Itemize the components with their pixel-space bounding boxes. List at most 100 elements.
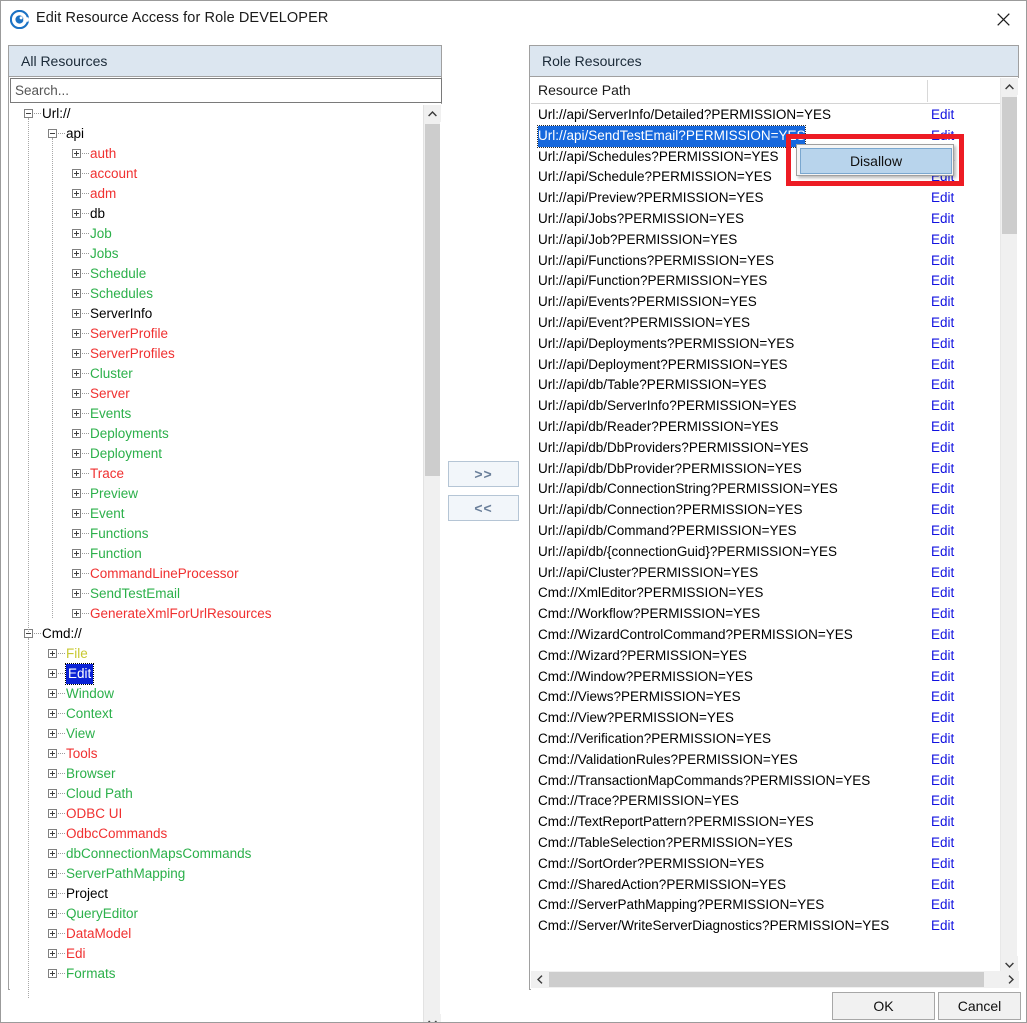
expand-icon[interactable] bbox=[48, 889, 57, 898]
edit-link[interactable]: Edit bbox=[931, 188, 954, 209]
tree-item[interactable]: Cluster bbox=[10, 364, 442, 384]
table-row[interactable]: Url://api/Deployment?PERMISSION=YESEdit bbox=[531, 355, 1002, 376]
tree-item[interactable]: db bbox=[10, 204, 442, 224]
table-row[interactable]: Cmd://SortOrder?PERMISSION=YESEdit bbox=[531, 854, 1002, 875]
edit-link[interactable]: Edit bbox=[931, 271, 954, 292]
context-menu[interactable]: Disallow bbox=[796, 144, 954, 176]
tree-item[interactable]: Formats bbox=[10, 964, 442, 984]
expand-icon[interactable] bbox=[48, 769, 57, 778]
tree-item[interactable]: ODBC UI bbox=[10, 804, 442, 824]
tree-item[interactable]: Cloud Path bbox=[10, 784, 442, 804]
edit-link[interactable]: Edit bbox=[931, 334, 954, 355]
table-row[interactable]: Cmd://Verification?PERMISSION=YESEdit bbox=[531, 729, 1002, 750]
expand-icon[interactable] bbox=[72, 589, 81, 598]
tree-item[interactable]: adm bbox=[10, 184, 442, 204]
expand-icon[interactable] bbox=[72, 269, 81, 278]
tree-item[interactable]: Tools bbox=[10, 744, 442, 764]
tree-item[interactable]: Context bbox=[10, 704, 442, 724]
expand-icon[interactable] bbox=[48, 929, 57, 938]
expand-icon[interactable] bbox=[48, 689, 57, 698]
tree-item[interactable]: QueryEditor bbox=[10, 904, 442, 924]
table-row[interactable]: Url://api/Job?PERMISSION=YESEdit bbox=[531, 230, 1002, 251]
expand-icon[interactable] bbox=[48, 649, 57, 658]
grid-hscroll-thumb[interactable] bbox=[549, 972, 984, 987]
table-row[interactable]: Cmd://Workflow?PERMISSION=YESEdit bbox=[531, 604, 1002, 625]
table-row[interactable]: Cmd://View?PERMISSION=YESEdit bbox=[531, 708, 1002, 729]
edit-link[interactable]: Edit bbox=[931, 500, 954, 521]
tree-item[interactable]: Cmd:// bbox=[10, 624, 442, 644]
tree-item[interactable]: Event bbox=[10, 504, 442, 524]
expand-icon[interactable] bbox=[72, 289, 81, 298]
table-row[interactable]: Url://api/Jobs?PERMISSION=YESEdit bbox=[531, 209, 1002, 230]
scroll-left-icon[interactable] bbox=[531, 971, 548, 988]
expand-icon[interactable] bbox=[72, 489, 81, 498]
expand-icon[interactable] bbox=[72, 209, 81, 218]
expand-icon[interactable] bbox=[72, 529, 81, 538]
role-resources-grid[interactable]: Resource Path Url://api/ServerInfo/Detai… bbox=[531, 78, 1019, 990]
edit-link[interactable]: Edit bbox=[931, 417, 954, 438]
table-row[interactable]: Url://api/Functions?PERMISSION=YESEdit bbox=[531, 251, 1002, 272]
tree-item[interactable]: SendTestEmail bbox=[10, 584, 442, 604]
table-row[interactable]: Cmd://Server/WriteServerDiagnostics?PERM… bbox=[531, 916, 1002, 937]
scroll-down-icon[interactable] bbox=[424, 1014, 441, 1023]
grid-vertical-scrollbar[interactable] bbox=[1000, 78, 1017, 973]
expand-icon[interactable] bbox=[48, 709, 57, 718]
edit-link[interactable]: Edit bbox=[931, 729, 954, 750]
tree-item[interactable]: Events bbox=[10, 404, 442, 424]
tree-item[interactable]: Job bbox=[10, 224, 442, 244]
edit-link[interactable]: Edit bbox=[931, 791, 954, 812]
expand-icon[interactable] bbox=[48, 749, 57, 758]
edit-link[interactable]: Edit bbox=[931, 459, 954, 480]
table-row[interactable]: Url://api/db/Command?PERMISSION=YESEdit bbox=[531, 521, 1002, 542]
expand-icon[interactable] bbox=[72, 329, 81, 338]
tree-item[interactable]: Window bbox=[10, 684, 442, 704]
tree-item[interactable]: ServerProfiles bbox=[10, 344, 442, 364]
expand-icon[interactable] bbox=[72, 429, 81, 438]
tree-item[interactable]: Edi bbox=[10, 944, 442, 964]
tree-scroll-thumb[interactable] bbox=[425, 124, 440, 476]
expand-icon[interactable] bbox=[72, 389, 81, 398]
edit-link[interactable]: Edit bbox=[931, 292, 954, 313]
tree-item[interactable]: View bbox=[10, 724, 442, 744]
expand-icon[interactable] bbox=[72, 309, 81, 318]
table-row[interactable]: Url://api/db/{connectionGuid}?PERMISSION… bbox=[531, 542, 1002, 563]
edit-link[interactable]: Edit bbox=[931, 209, 954, 230]
table-row[interactable]: Cmd://TextReportPattern?PERMISSION=YESEd… bbox=[531, 812, 1002, 833]
table-row[interactable]: Cmd://Views?PERMISSION=YESEdit bbox=[531, 687, 1002, 708]
tree-item[interactable]: File bbox=[10, 644, 442, 664]
grid-scroll-up-icon[interactable] bbox=[1001, 78, 1018, 95]
expand-icon[interactable] bbox=[72, 509, 81, 518]
edit-link[interactable]: Edit bbox=[931, 646, 954, 667]
expand-icon[interactable] bbox=[48, 949, 57, 958]
edit-link[interactable]: Edit bbox=[931, 916, 954, 937]
table-row[interactable]: Url://api/db/Reader?PERMISSION=YESEdit bbox=[531, 417, 1002, 438]
expand-icon[interactable] bbox=[48, 869, 57, 878]
tree-item[interactable]: GenerateXmlForUrlResources bbox=[10, 604, 442, 624]
search-input[interactable] bbox=[10, 78, 442, 103]
edit-link[interactable]: Edit bbox=[931, 251, 954, 272]
tree-item[interactable]: Deployment bbox=[10, 444, 442, 464]
table-row[interactable]: Url://api/db/DbProviders?PERMISSION=YESE… bbox=[531, 438, 1002, 459]
table-row[interactable]: Url://api/Cluster?PERMISSION=YESEdit bbox=[531, 563, 1002, 584]
expand-icon[interactable] bbox=[72, 569, 81, 578]
table-row[interactable]: Url://api/db/Table?PERMISSION=YESEdit bbox=[531, 375, 1002, 396]
table-row[interactable]: Cmd://TransactionMapCommands?PERMISSION=… bbox=[531, 771, 1002, 792]
edit-link[interactable]: Edit bbox=[931, 812, 954, 833]
expand-icon[interactable] bbox=[72, 349, 81, 358]
add-to-role-button[interactable]: >> bbox=[448, 461, 519, 487]
tree-item[interactable]: api bbox=[10, 124, 442, 144]
edit-link[interactable]: Edit bbox=[931, 230, 954, 251]
table-row[interactable]: Cmd://TableSelection?PERMISSION=YESEdit bbox=[531, 833, 1002, 854]
tree-item[interactable]: dbConnectionMapsCommands bbox=[10, 844, 442, 864]
close-icon[interactable] bbox=[980, 1, 1026, 37]
tree-item[interactable]: Edit bbox=[10, 664, 442, 684]
edit-link[interactable]: Edit bbox=[931, 687, 954, 708]
scroll-right-icon[interactable] bbox=[1002, 971, 1019, 988]
table-row[interactable]: Cmd://ServerPathMapping?PERMISSION=YESEd… bbox=[531, 895, 1002, 916]
table-row[interactable]: Cmd://Window?PERMISSION=YESEdit bbox=[531, 667, 1002, 688]
edit-link[interactable]: Edit bbox=[931, 438, 954, 459]
edit-link[interactable]: Edit bbox=[931, 521, 954, 542]
expand-icon[interactable] bbox=[72, 189, 81, 198]
expand-icon[interactable] bbox=[48, 849, 57, 858]
edit-link[interactable]: Edit bbox=[931, 771, 954, 792]
